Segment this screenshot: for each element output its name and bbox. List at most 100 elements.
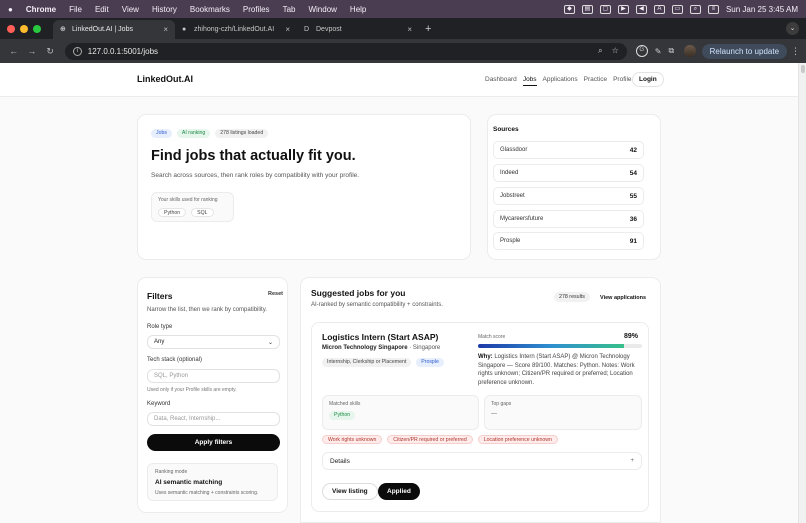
filters-title: Filters: [147, 291, 173, 301]
close-window-button[interactable]: [7, 24, 15, 33]
nav-practice[interactable]: Practice: [584, 76, 607, 86]
site-info-icon[interactable]: i: [72, 46, 82, 56]
source-row[interactable]: Mycareersfuture 36: [493, 210, 644, 228]
source-row[interactable]: Jobstreet 55: [493, 187, 644, 205]
browser-tab-jobs[interactable]: ⊕ LinkedOut.AI | Jobs ×: [53, 20, 175, 39]
nav-profile[interactable]: Profile: [613, 76, 631, 86]
job-title[interactable]: Logistics Intern (Start ASAP): [322, 332, 438, 342]
ranking-mode-value: AI semantic matching: [155, 479, 223, 486]
more-menu-icon[interactable]: ⋮: [791, 46, 800, 57]
search-icon[interactable]: ⌕: [689, 4, 701, 14]
reset-button[interactable]: Reset: [268, 291, 283, 297]
tab-title: Devpost: [316, 26, 342, 33]
battery-status-icon[interactable]: ▤: [581, 4, 593, 14]
suggested-title: Suggested jobs for you: [311, 288, 406, 298]
page-title: Find jobs that actually fit you.: [151, 148, 356, 164]
source-row[interactable]: Indeed 54: [493, 164, 644, 182]
battery-icon[interactable]: ▭: [671, 4, 683, 14]
site-header: LinkedOut.AI Dashboard Jobs Applications…: [0, 63, 798, 97]
browser-tab-github[interactable]: ● zhihong-czh/LinkedOut.AI ×: [175, 20, 297, 39]
source-count: 55: [629, 192, 637, 200]
close-icon[interactable]: ×: [285, 25, 290, 34]
puzzle-icon[interactable]: ⧉: [668, 46, 674, 56]
hero-card: Jobs AI ranking 278 listings loaded Find…: [137, 114, 471, 260]
control-center-icon[interactable]: ≡: [707, 4, 719, 14]
ranking-skills-box: Your skills used for ranking Python SQL: [151, 192, 234, 222]
nav-applications[interactable]: Applications: [543, 76, 578, 86]
menu-chrome[interactable]: Chrome: [26, 5, 56, 14]
extension-icon[interactable]: ✎: [655, 47, 662, 56]
page-subtitle: Search across sources, then rank roles b…: [151, 172, 360, 179]
why-text: Logistics Intern (Start ASAP) @ Micron T…: [478, 354, 635, 386]
volume-icon[interactable]: ◀: [635, 4, 647, 14]
nav-dashboard[interactable]: Dashboard: [485, 76, 517, 86]
web-page: LinkedOut.AI Dashboard Jobs Applications…: [0, 63, 806, 523]
source-count: 36: [629, 215, 637, 223]
menu-bookmarks[interactable]: Bookmarks: [190, 5, 230, 14]
suggested-subtitle: AI-ranked by semantic compatibility + co…: [311, 302, 443, 308]
match-score-fill: [478, 344, 624, 348]
warning-pill: Citizen/PR required or preferred: [387, 435, 473, 444]
close-icon[interactable]: ×: [163, 25, 168, 34]
menu-file[interactable]: File: [69, 5, 82, 14]
source-row[interactable]: Prosple 91: [493, 232, 644, 250]
page-scrollbar[interactable]: [798, 63, 806, 523]
chevron-down-icon: ⌄: [267, 339, 273, 346]
back-icon[interactable]: ←: [6, 46, 21, 56]
tab-title: zhihong-czh/LinkedOut.AI: [194, 26, 275, 33]
zoom-window-button[interactable]: [33, 24, 41, 33]
login-button[interactable]: Login: [632, 72, 664, 87]
menu-history[interactable]: History: [152, 5, 177, 14]
bookmark-star-icon[interactable]: ☆: [612, 46, 619, 56]
menu-view[interactable]: View: [122, 5, 139, 14]
apple-icon[interactable]: ●: [8, 5, 13, 14]
reload-icon[interactable]: ↻: [43, 46, 58, 57]
input-source-icon[interactable]: A: [653, 4, 665, 14]
tech-stack-help: Used only if your Profile skills are emp…: [147, 387, 237, 393]
apply-filters-button[interactable]: Apply filters: [147, 434, 280, 451]
minimize-window-button[interactable]: [20, 24, 28, 33]
job-source-tag: Prosple: [416, 358, 444, 367]
nav-jobs[interactable]: Jobs: [522, 76, 537, 86]
tech-stack-placeholder: SQL, Python: [154, 373, 189, 379]
filters-card: Filters Reset Narrow the list, then we r…: [137, 277, 288, 513]
forward-icon[interactable]: →: [24, 46, 39, 56]
brand-logo[interactable]: LinkedOut.AI: [137, 74, 193, 84]
role-type-select[interactable]: Any ⌄: [147, 335, 280, 349]
new-tab-button[interactable]: +: [425, 23, 431, 35]
play-icon[interactable]: ▶: [617, 4, 629, 14]
dropbox-icon[interactable]: ◆: [563, 4, 575, 14]
ranking-mode-desc: Uses semantic matching + constraints sco…: [155, 490, 259, 496]
keyword-input[interactable]: Data, React, Internship...: [147, 412, 280, 426]
address-bar[interactable]: i 127.0.0.1:5001/jobs ⌕ ☆: [64, 42, 627, 60]
browser-tab-devpost[interactable]: D Devpost ×: [297, 20, 419, 39]
menubar-clock[interactable]: Sun Jan 25 3:45 AM: [726, 5, 798, 14]
grammarly-icon[interactable]: G: [635, 45, 648, 57]
profile-avatar[interactable]: [684, 45, 696, 57]
source-name: Mycareersfuture: [500, 216, 544, 222]
relaunch-button[interactable]: Relaunch to update: [701, 43, 788, 59]
source-count: 42: [629, 146, 637, 154]
applied-button[interactable]: Applied: [378, 483, 420, 500]
details-toggle[interactable]: Details +: [322, 452, 642, 470]
browser-toolbar: ← → ↻ i 127.0.0.1:5001/jobs ⌕ ☆ G ✎ ⧉ Re…: [0, 39, 806, 63]
menu-tab[interactable]: Tab: [283, 5, 296, 14]
zoom-icon[interactable]: ⌕: [598, 46, 602, 56]
tab-search-icon[interactable]: ⌄: [786, 22, 799, 35]
tech-stack-input[interactable]: SQL, Python: [147, 369, 280, 383]
window-controls: [7, 24, 41, 33]
view-applications-button[interactable]: View applications: [596, 292, 651, 303]
menu-profiles[interactable]: Profiles: [243, 5, 270, 14]
scrollbar-thumb[interactable]: [801, 65, 805, 73]
menu-help[interactable]: Help: [350, 5, 366, 14]
results-count-badge: 278 results: [554, 292, 590, 302]
view-listing-button[interactable]: View listing: [322, 483, 378, 500]
matched-skill-chip: Python: [329, 411, 356, 420]
menu-edit[interactable]: Edit: [95, 5, 109, 14]
close-icon[interactable]: ×: [407, 25, 412, 34]
url-text[interactable]: 127.0.0.1:5001/jobs: [88, 47, 158, 56]
menu-window[interactable]: Window: [308, 5, 336, 14]
clipboard-icon[interactable]: ▢: [599, 4, 611, 14]
source-row[interactable]: Glassdoor 42: [493, 141, 644, 159]
extensions-area: G ✎ ⧉: [635, 45, 674, 57]
